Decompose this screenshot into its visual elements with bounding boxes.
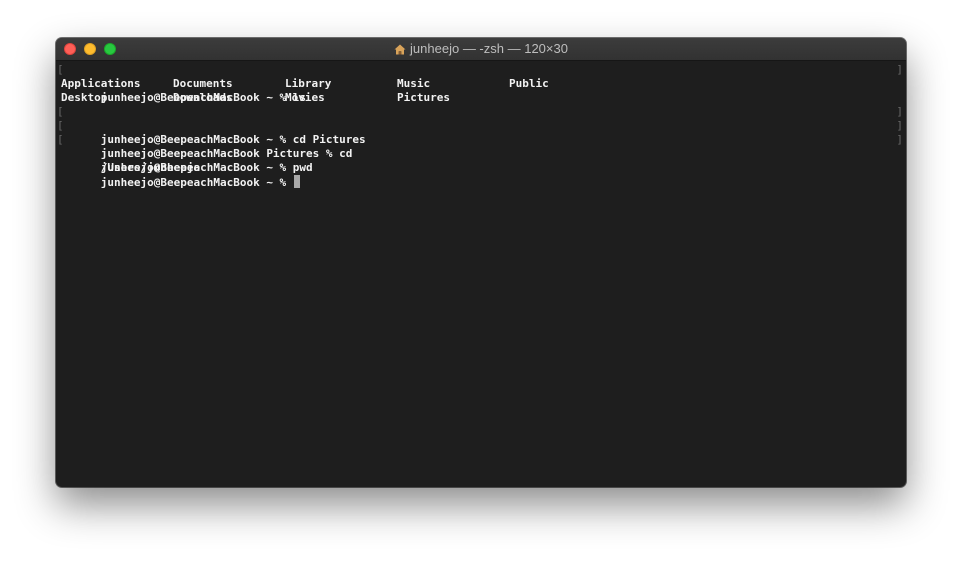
mark-bracket-right: ] [896, 105, 903, 118]
ls-entry: Documents [173, 77, 233, 90]
terminal-output[interactable]: [ junheejo@BeepeachMacBook ~ % ls ] Appl… [56, 61, 906, 487]
ls-entry: Pictures [397, 91, 450, 104]
mark-bracket-left: [ [57, 63, 64, 76]
terminal-line: [ junheejo@BeepeachMacBook ~ % cd Pictur… [57, 105, 906, 146]
mark-bracket-right: ] [896, 119, 903, 132]
window-title-text: junheejo — -zsh — 120×30 [410, 41, 568, 56]
terminal-window: junheejo — -zsh — 120×30 [ junheejo@Beep… [56, 38, 906, 487]
terminal-line: /Users/junheejo [61, 147, 906, 174]
mark-bracket-left: [ [57, 133, 64, 146]
ls-entry: Music [397, 77, 431, 90]
mark-bracket-left: [ [57, 119, 64, 132]
text-cursor [293, 175, 300, 188]
terminal-line: [ junheejo@BeepeachMacBook ~ % pwd ] [57, 133, 906, 174]
ls-entry: Library [285, 77, 332, 90]
terminal-line: [ junheejo@BeepeachMacBook Pictures % cd… [57, 119, 906, 160]
title-bar[interactable]: junheejo — -zsh — 120×30 [56, 38, 906, 61]
mark-bracket-left: [ [57, 105, 64, 118]
command-line: junheejo@BeepeachMacBook ~ % ls [100, 91, 307, 104]
home-icon [394, 40, 406, 62]
terminal-line: [ junheejo@BeepeachMacBook ~ % ls ] [57, 63, 906, 104]
ls-entry [509, 91, 621, 105]
prompt: junheejo@BeepeachMacBook ~ % [100, 176, 293, 189]
mark-bracket-right: ] [896, 63, 903, 76]
window-title: junheejo — -zsh — 120×30 [56, 38, 906, 60]
terminal-line: junheejo@BeepeachMacBook ~ % [61, 161, 906, 189]
ls-entry: Public [509, 77, 549, 90]
mark-bracket-right: ] [896, 133, 903, 146]
